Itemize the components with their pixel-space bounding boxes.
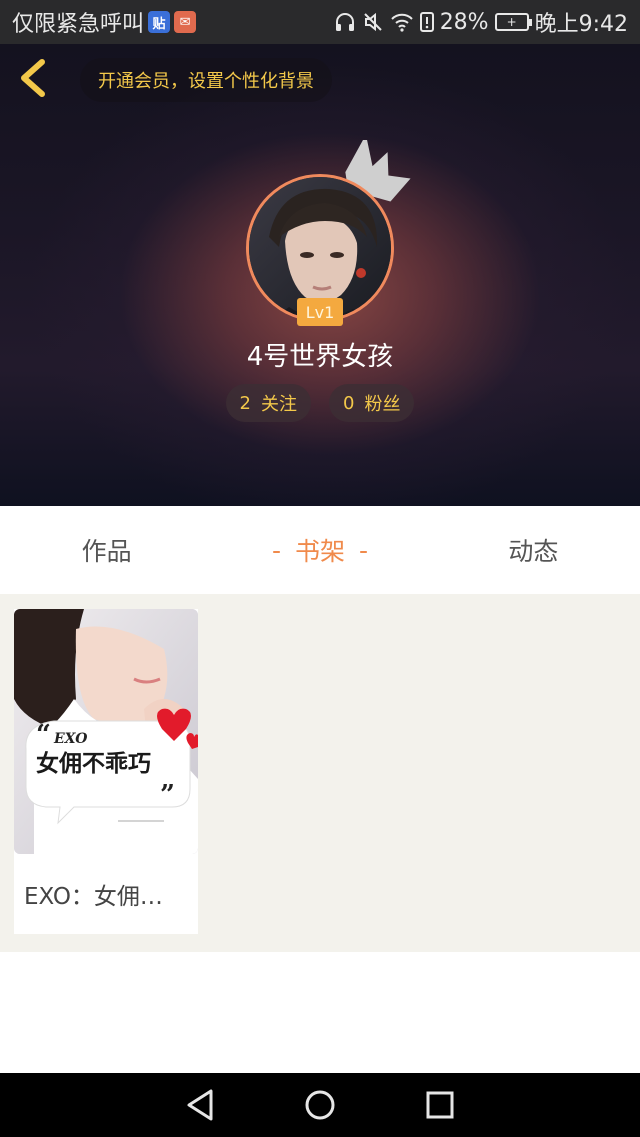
tab-activity[interactable]: 动态 xyxy=(427,506,640,594)
clock: 晚上9:42 xyxy=(534,12,628,37)
member-background-prompt[interactable]: 开通会员，设置个性化背景 xyxy=(80,58,332,102)
back-button[interactable] xyxy=(14,56,54,100)
fans-button[interactable]: 0 粉丝 xyxy=(329,384,415,422)
bookshelf: “ EXO 女佣不乖巧 ” EXO：女佣… xyxy=(0,594,640,952)
tab-works-label: 作品 xyxy=(81,537,132,566)
book-title: EXO：女佣… xyxy=(24,884,163,910)
following-button[interactable]: 2 关注 xyxy=(225,384,311,422)
fans-label: 粉丝 xyxy=(364,394,401,415)
svg-text:”: ” xyxy=(160,780,175,810)
chevron-left-icon xyxy=(21,59,45,97)
mute-icon xyxy=(363,12,382,32)
triangle-back-icon xyxy=(187,1089,213,1121)
active-indicator-left: - xyxy=(271,535,281,565)
stats-row: 2 关注 0 粉丝 xyxy=(0,384,640,422)
status-right: 28% + 晚上9:42 xyxy=(334,6,628,38)
tab-works[interactable]: 作品 xyxy=(0,506,213,594)
member-prompt-label: 开通会员，设置个性化背景 xyxy=(98,71,314,92)
tab-bookshelf[interactable]: - 书架 - xyxy=(213,506,426,594)
fans-count: 0 xyxy=(343,392,355,414)
tieba-app-icon: 贴 xyxy=(148,11,171,33)
book-card[interactable]: “ EXO 女佣不乖巧 ” EXO：女佣… xyxy=(14,609,198,934)
system-nav-bar xyxy=(0,1073,640,1137)
nav-recent-button[interactable] xyxy=(420,1085,460,1125)
following-label: 关注 xyxy=(261,394,297,415)
carrier-text: 仅限紧急呼叫 xyxy=(12,12,145,37)
profile-header: 开通会员，设置个性化背景 Lv1 4号世界女孩 2 关注 0 粉丝 xyxy=(0,44,640,506)
message-app-icon: ✉ xyxy=(174,11,197,33)
alert-icon xyxy=(419,12,434,32)
headphones-icon xyxy=(335,13,354,31)
cover-main-text: 女佣不乖巧 xyxy=(36,750,151,777)
profile-tabs: 作品 - 书架 - 动态 xyxy=(0,506,640,594)
book-cover: “ EXO 女佣不乖巧 ” xyxy=(14,609,198,854)
active-indicator-right: - xyxy=(359,535,369,565)
svg-text:“: “ xyxy=(36,720,51,750)
tab-bookshelf-label: 书架 xyxy=(294,537,345,566)
battery-percent: 28% xyxy=(439,9,489,35)
tab-activity-label: 动态 xyxy=(508,537,559,566)
wifi-icon xyxy=(390,13,413,32)
nav-home-button[interactable] xyxy=(300,1085,340,1125)
status-left: 仅限紧急呼叫 贴 ✉ xyxy=(12,6,197,38)
square-recent-icon xyxy=(426,1091,454,1119)
battery-icon: + xyxy=(494,13,532,31)
book-cover-image: “ EXO 女佣不乖巧 ” xyxy=(14,609,198,854)
cover-small-text: EXO xyxy=(53,731,88,747)
nav-back-button[interactable] xyxy=(180,1085,220,1125)
circle-home-icon xyxy=(305,1090,335,1120)
username: 4号世界女孩 xyxy=(246,342,394,372)
status-bar: 仅限紧急呼叫 贴 ✉ 28% + 晚上9:42 xyxy=(0,0,640,44)
level-badge: Lv1 xyxy=(297,298,343,326)
following-count: 2 xyxy=(239,392,251,414)
